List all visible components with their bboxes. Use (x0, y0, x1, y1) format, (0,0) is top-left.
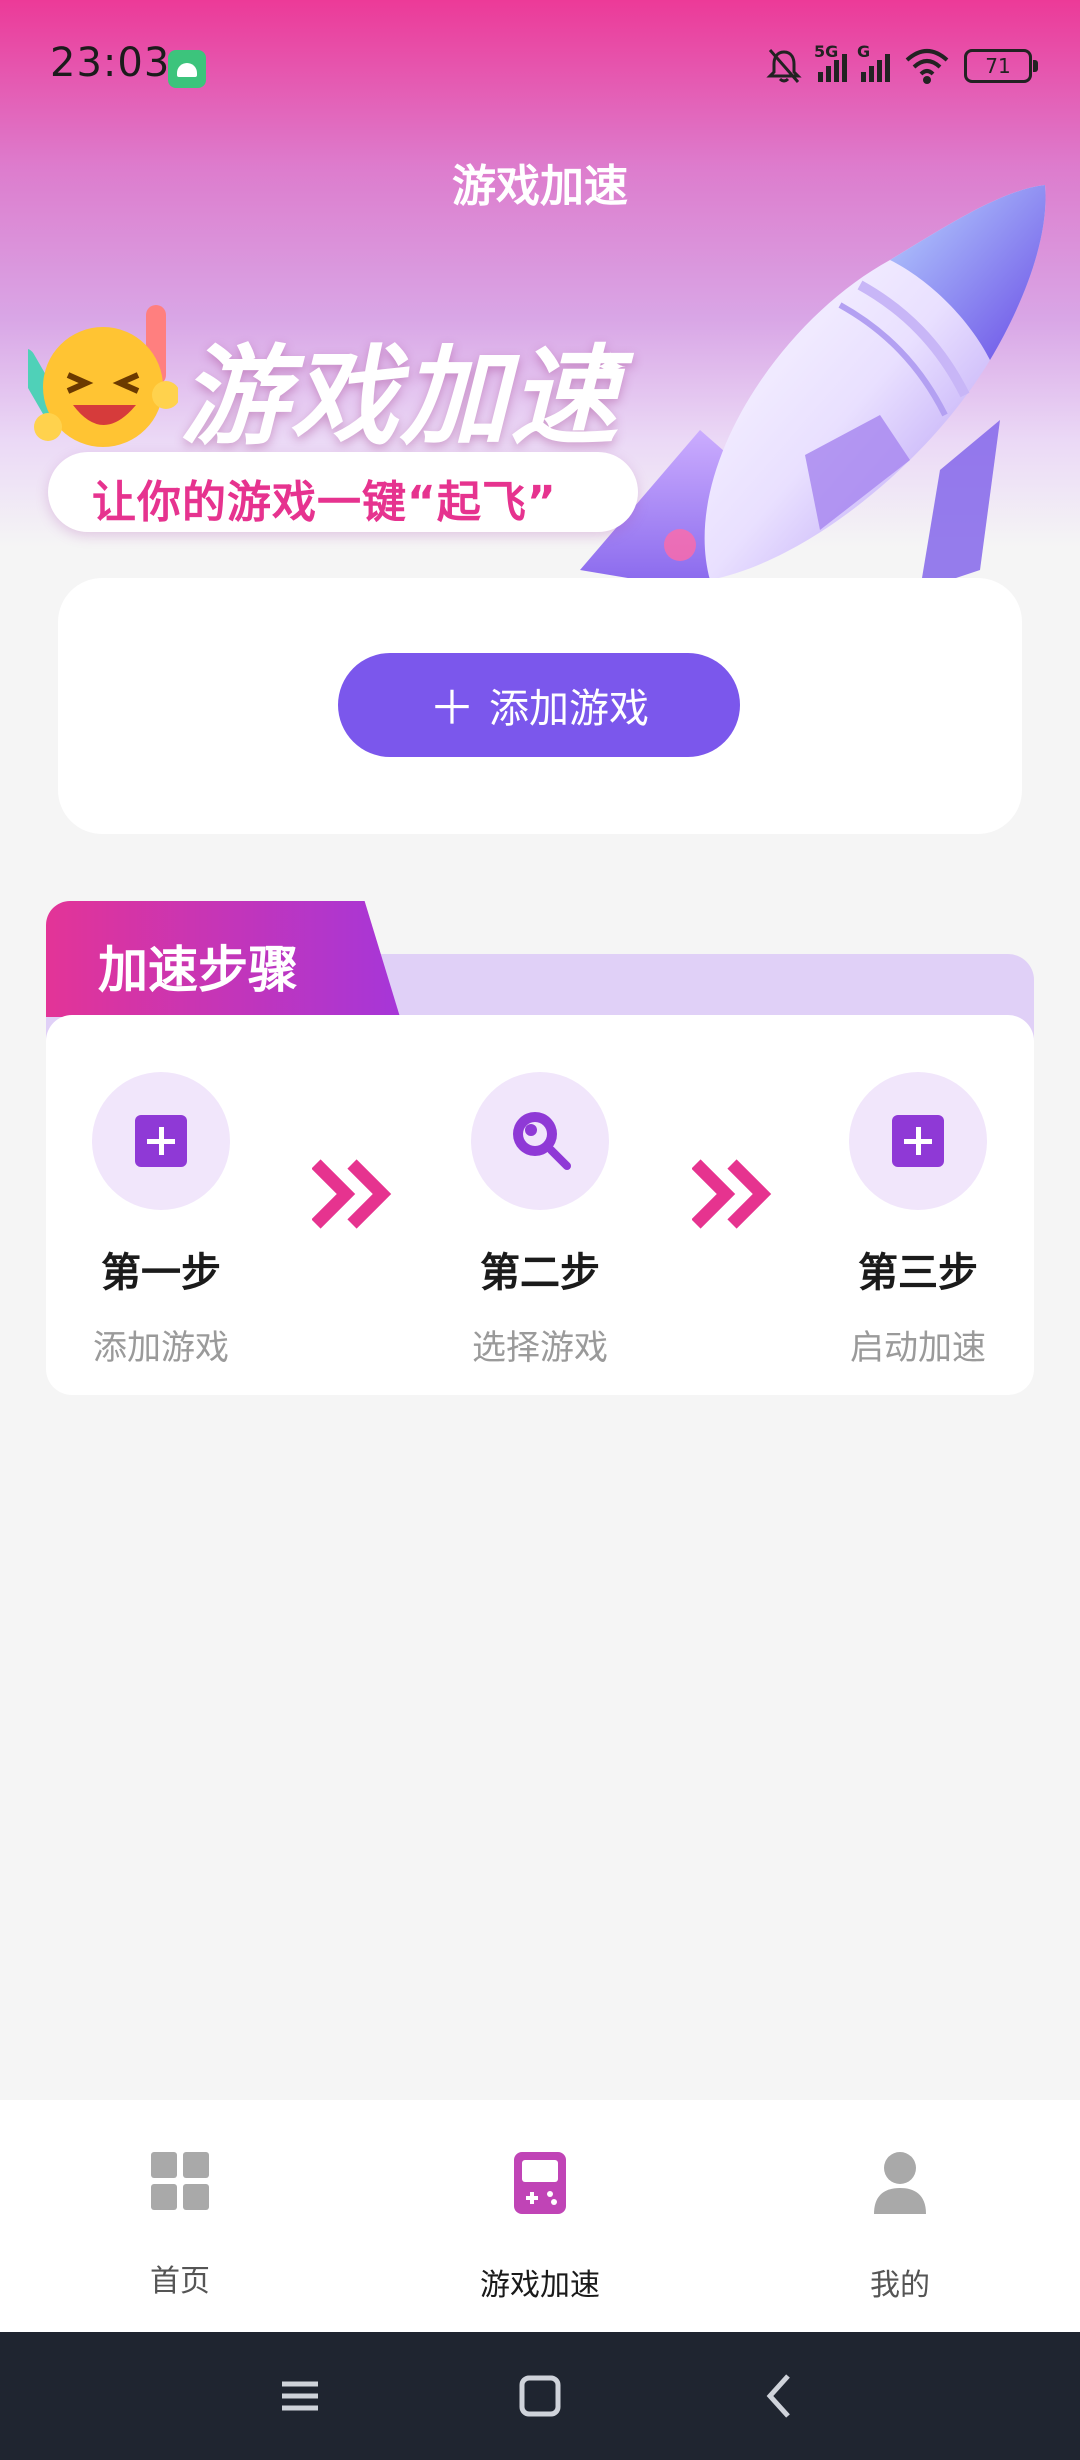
sparkle-icon: ✦ (594, 345, 628, 391)
signal-g-icon: G (857, 42, 890, 82)
search-icon (513, 1112, 571, 1170)
add-game-label: 添加游戏 (489, 686, 649, 732)
status-time: 23:03 (50, 40, 171, 86)
step-2-subtitle: 选择游戏 (472, 1328, 608, 1368)
signal-5g-icon: 5G (814, 42, 847, 82)
step-1-icon-circle (92, 1072, 230, 1210)
step-1-title: 第一步 (101, 1250, 221, 1296)
grid-icon (151, 2152, 209, 2210)
status-icons: 5G G 71 (764, 42, 1038, 88)
step-3: 第三步 启动加速 (818, 1072, 1018, 1369)
battery-icon: 71 (964, 49, 1038, 83)
step-1: 第一步 添加游戏 (61, 1072, 261, 1369)
tab-profile[interactable]: 我的 (790, 2150, 1010, 2304)
gamepad-icon (514, 2152, 566, 2214)
tab-home-label: 首页 (150, 2264, 210, 2299)
step-2-title: 第二步 (480, 1250, 600, 1296)
page-title: 游戏加速 (452, 161, 628, 212)
banner-title: 游戏加速 (180, 335, 621, 460)
person-icon (874, 2152, 926, 2214)
menu-icon[interactable] (268, 2364, 332, 2428)
rocket-illustration (580, 185, 1046, 590)
step-3-icon-circle (849, 1072, 987, 1210)
tab-game-boost-label: 游戏加速 (480, 2268, 600, 2303)
tab-game-boost[interactable]: 游戏加速 (430, 2150, 650, 2304)
step-3-subtitle: 启动加速 (850, 1328, 986, 1368)
banner-subtitle: 让你的游戏一键“起飞” (92, 477, 557, 528)
tab-home[interactable]: 首页 (70, 2150, 290, 2300)
step-2-icon-circle (471, 1072, 609, 1210)
add-square-icon (135, 1115, 187, 1167)
home-square-icon[interactable] (508, 2364, 572, 2428)
double-chevron-right-icon (312, 1159, 392, 1229)
step-2: 第二步 选择游戏 (440, 1072, 640, 1369)
step-1-subtitle: 添加游戏 (93, 1328, 229, 1368)
add-game-button[interactable]: ＋ 添加游戏 (338, 653, 740, 757)
tab-profile-label: 我的 (870, 2268, 930, 2303)
double-chevron-right-icon (692, 1159, 772, 1229)
laughing-emoji-icon (28, 305, 178, 447)
add-square-icon (892, 1115, 944, 1167)
steps-heading: 加速步骤 (98, 941, 298, 999)
status-bar: 23:03 5G G 71 (0, 0, 1080, 130)
step-3-title: 第三步 (858, 1250, 978, 1296)
android-notification-icon (168, 50, 206, 88)
back-icon[interactable] (748, 2364, 812, 2428)
plus-icon: ＋ (429, 681, 475, 735)
wifi-icon (905, 49, 949, 84)
bell-off-icon (766, 49, 802, 83)
